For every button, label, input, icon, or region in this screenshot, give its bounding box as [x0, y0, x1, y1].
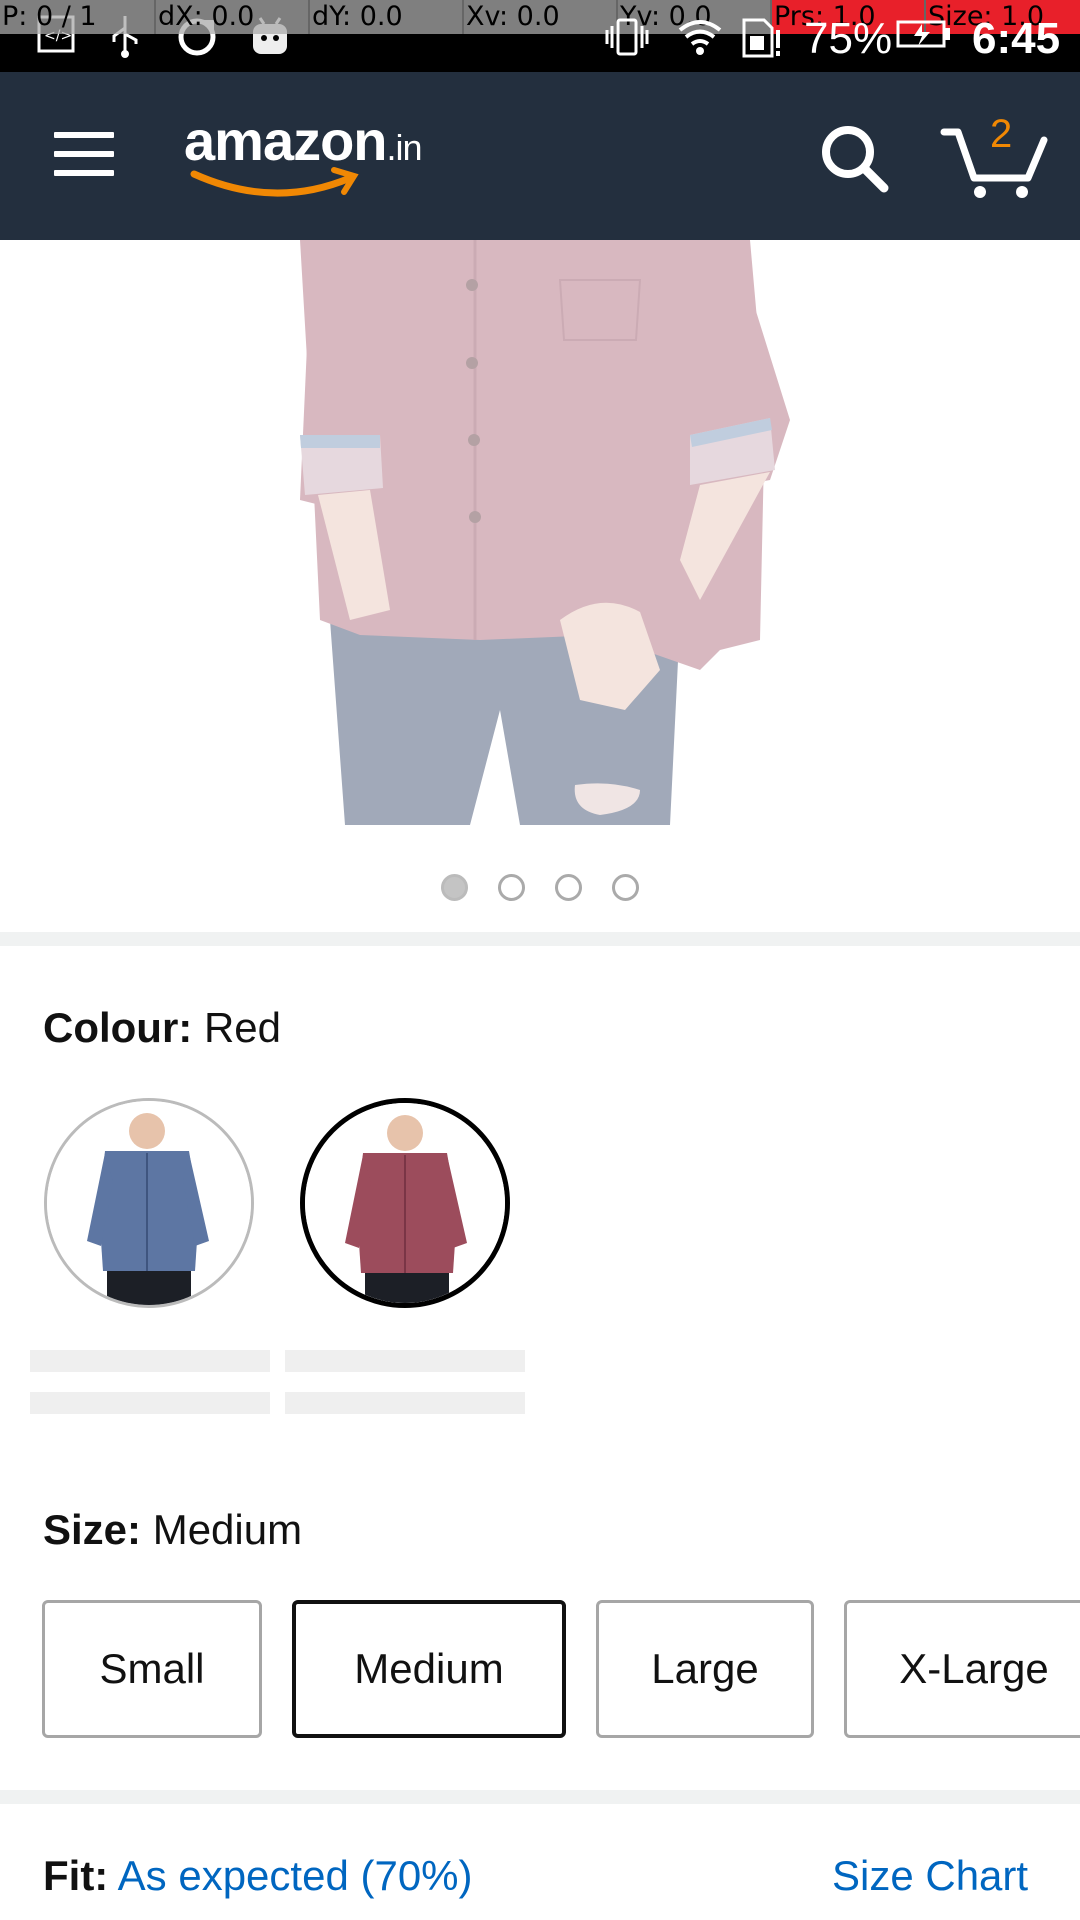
- colour-value: Red: [203, 1004, 282, 1051]
- size-value: Medium: [152, 1506, 303, 1553]
- sim-card-icon: [740, 14, 784, 71]
- colour-swatch-blue[interactable]: [44, 1098, 254, 1308]
- loading-placeholder: [30, 1392, 270, 1414]
- search-icon: [822, 126, 889, 193]
- product-image[interactable]: [0, 240, 1080, 825]
- product-page: </> P: 0 / 1 dX: 0.0 dY: 0.0 Xv: 0.0 Yv:…: [0, 0, 1080, 1920]
- size-option-large[interactable]: Large: [596, 1600, 814, 1738]
- debug-xv: Xv: 0.0: [462, 0, 560, 34]
- menu-button[interactable]: [54, 132, 114, 176]
- size-option-small[interactable]: Small: [42, 1600, 262, 1738]
- app-header: amazon.in 2: [0, 72, 1080, 240]
- carousel-dot[interactable]: [498, 874, 525, 901]
- section-divider: [0, 1790, 1080, 1804]
- status-bar: </> P: 0 / 1 dX: 0.0 dY: 0.0 Xv: 0.0 Yv:…: [0, 0, 1080, 72]
- fit-row: Fit: As expected (70%): [43, 1852, 473, 1900]
- carousel-dot[interactable]: [612, 874, 639, 901]
- blue-shirt-thumbnail: [47, 1101, 251, 1305]
- colour-selection-label: Colour: Red: [43, 1004, 281, 1052]
- size-label: Size:: [43, 1506, 142, 1553]
- battery-charging-icon: [896, 14, 952, 65]
- debug-dx: dX: 0.0: [154, 0, 254, 34]
- debug-dy: dY: 0.0: [308, 0, 403, 34]
- colour-label: Colour:: [43, 1004, 193, 1051]
- fit-feedback-link[interactable]: As expected (70%): [118, 1852, 473, 1899]
- colour-swatch-red[interactable]: [300, 1098, 510, 1308]
- loading-placeholder: [285, 1350, 525, 1372]
- size-option-medium[interactable]: Medium: [292, 1600, 566, 1738]
- fit-label: Fit:: [43, 1852, 109, 1899]
- size-chart-link[interactable]: Size Chart: [832, 1852, 1028, 1900]
- cart-button[interactable]: 2: [940, 112, 1050, 202]
- loading-placeholder: [30, 1350, 270, 1372]
- debug-pointer: P: 0 / 1: [2, 1, 97, 32]
- carousel-dot[interactable]: [441, 874, 468, 901]
- search-button[interactable]: [816, 120, 892, 196]
- clock: 6:45: [972, 14, 1061, 63]
- carousel-dot[interactable]: [555, 874, 582, 901]
- smile-arrow-icon: [190, 167, 359, 197]
- vibrate-icon: [604, 14, 650, 71]
- wifi-icon: [676, 14, 724, 73]
- size-option-x-large[interactable]: X-Large: [844, 1600, 1080, 1738]
- battery-percentage: 75%: [804, 14, 893, 63]
- amazon-logo[interactable]: amazon.in: [184, 108, 444, 208]
- menu-icon: [54, 132, 114, 138]
- loading-placeholder: [285, 1392, 525, 1414]
- section-divider: [0, 932, 1080, 946]
- size-selection-label: Size: Medium: [43, 1506, 302, 1554]
- shirt-photo: [0, 240, 1080, 825]
- red-shirt-thumbnail: [305, 1103, 505, 1303]
- cart-count-badge: 2: [990, 112, 1013, 156]
- image-carousel-dots: [0, 874, 1080, 904]
